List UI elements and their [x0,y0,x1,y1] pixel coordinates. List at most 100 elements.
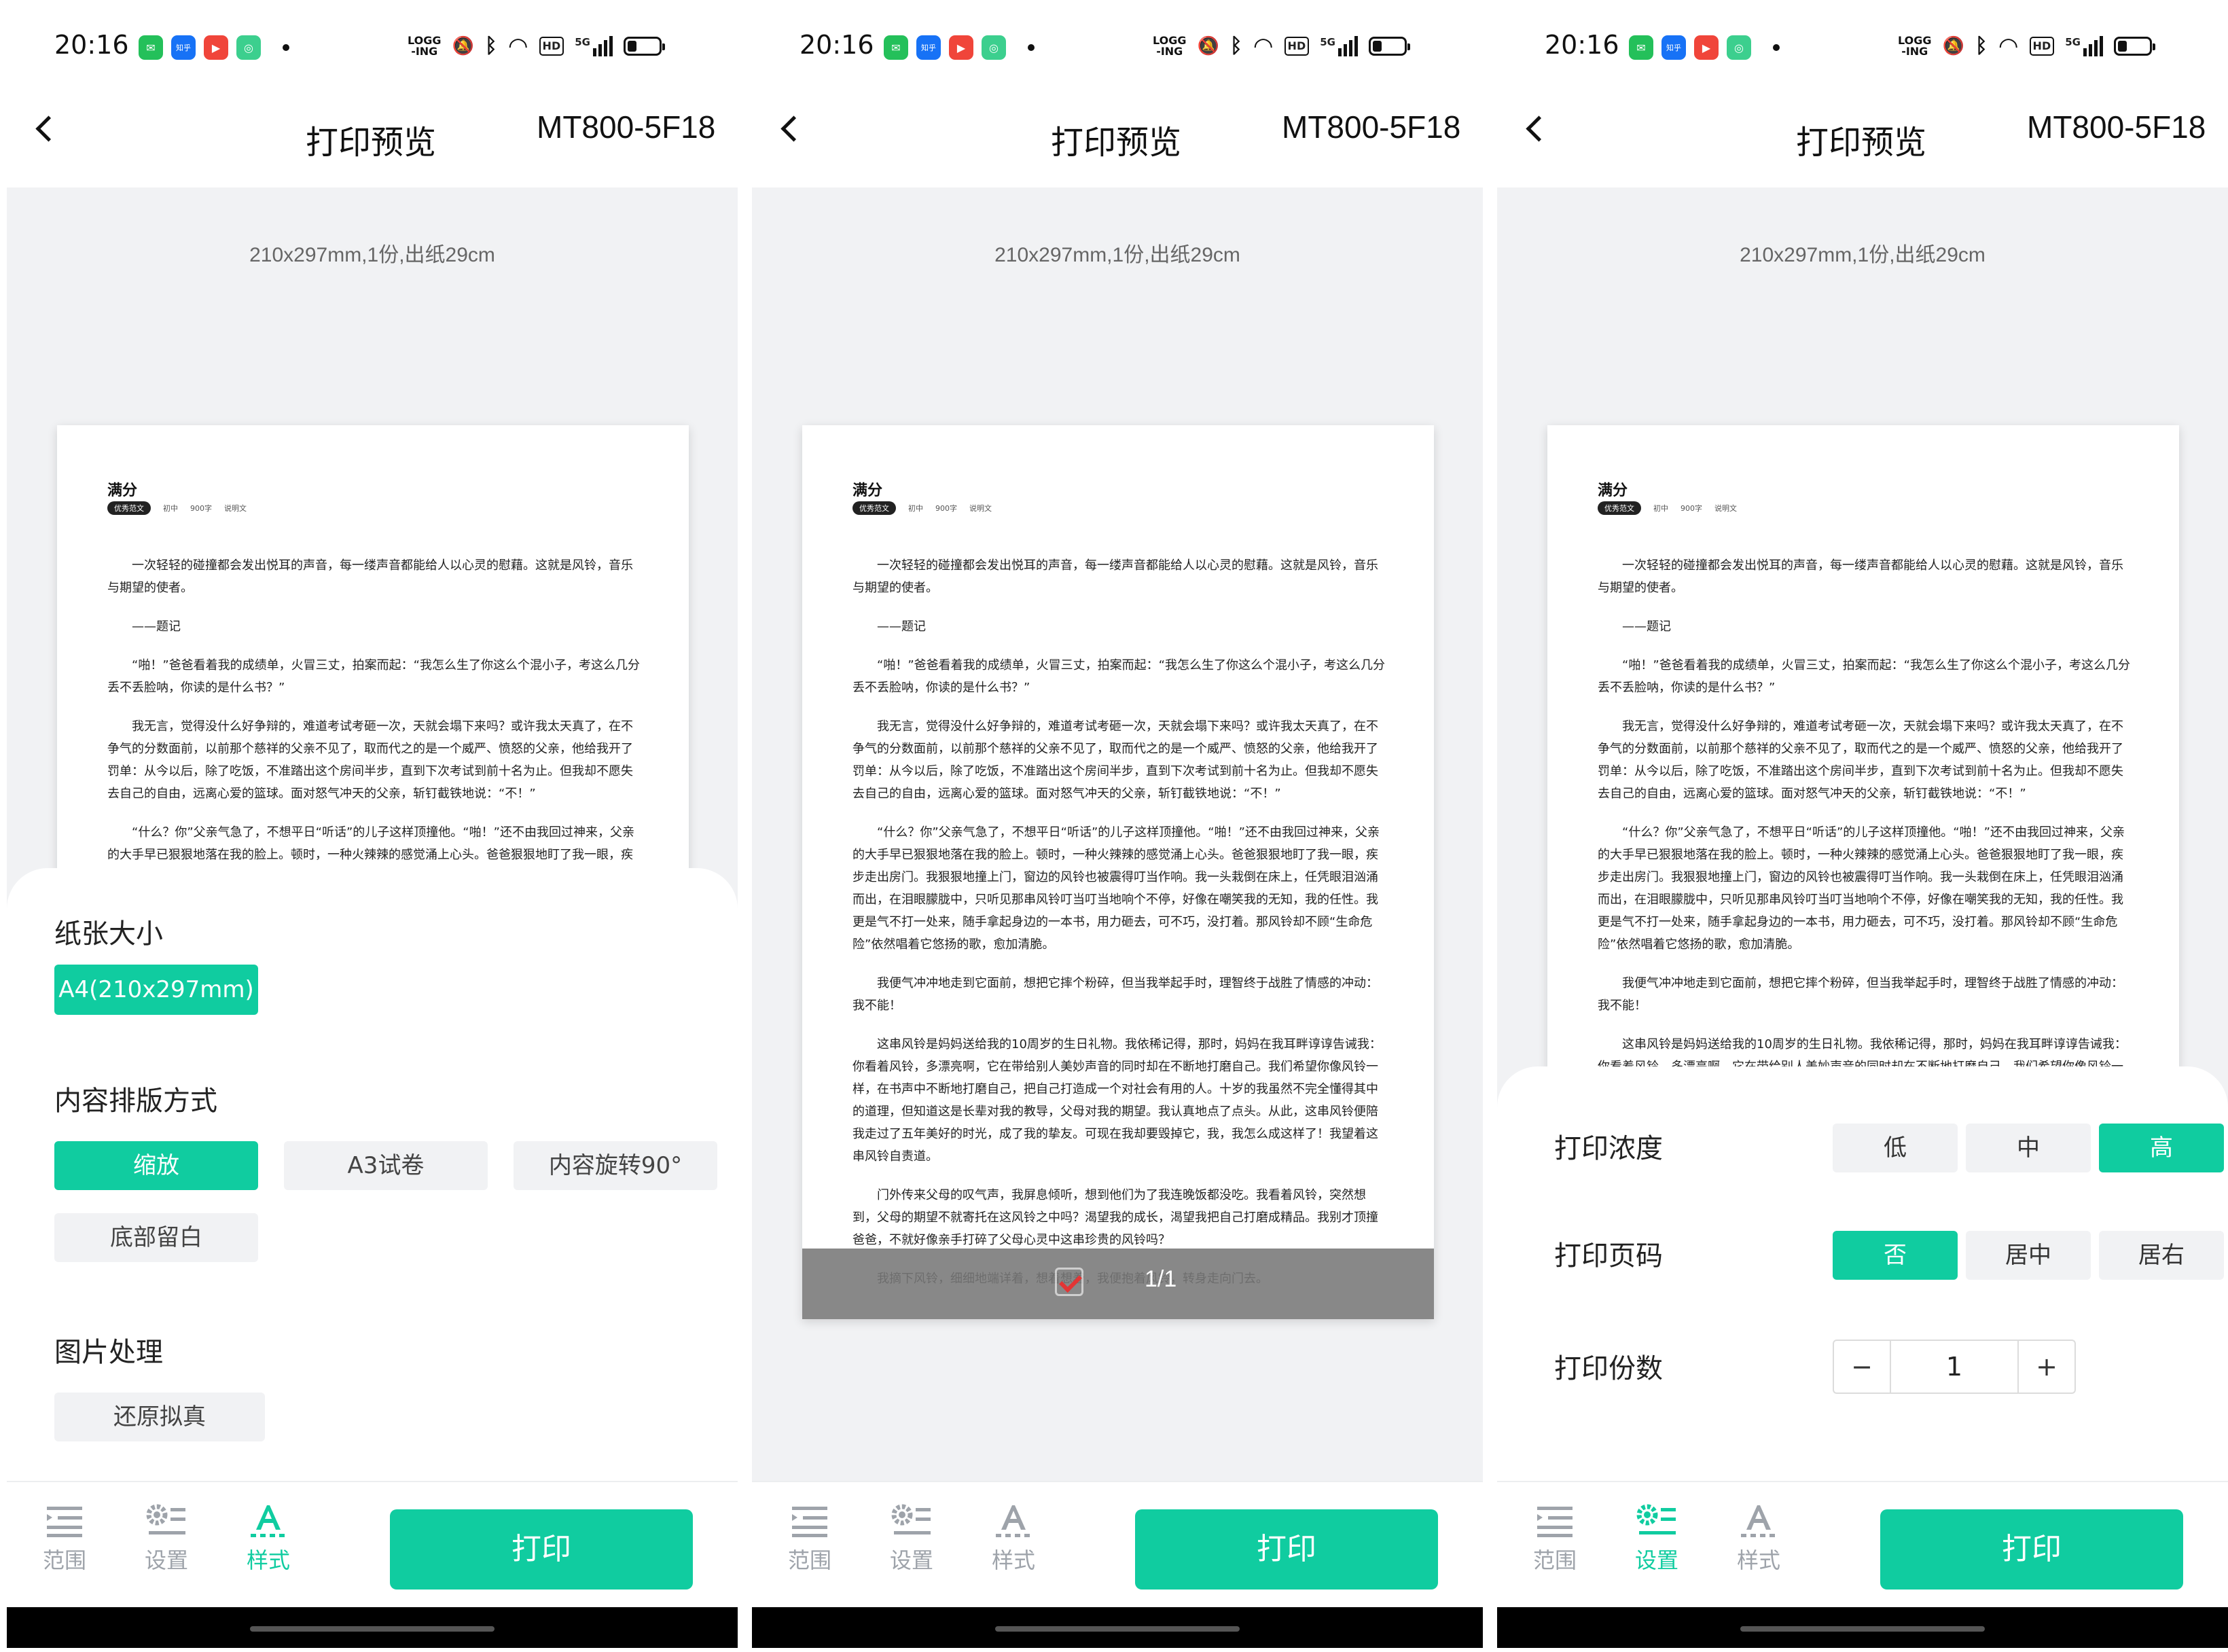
document-tag: 初中 [163,504,178,513]
document-tag: 优秀范文 [852,501,896,515]
app-header: 打印预览 MT800-5F18 [1490,95,2228,187]
back-arrow-icon[interactable] [27,110,65,148]
more-notifications-dot-icon [1773,44,1780,51]
paper-info-text: 210x297mm,1份,出纸29cm [249,244,495,266]
preview-page[interactable]: 满分 优秀范文 初中 900字 说明文 一次轻轻的碰撞都会发出悦耳的声音，每一缕声音都能给… [802,425,1434,1319]
print-preview-area: 210x297mm,1份,出纸29cm 满分 优秀范文 初中 900字 说明文 一次轻轻的碰… [752,187,1483,1481]
gesture-home-bar[interactable] [1497,1607,2228,1648]
document-tag: 优秀范文 [107,501,151,515]
notification-app-icons: ✉ 知乎 ▶ ◎ [139,35,289,60]
print-button[interactable]: 打印 [1880,1509,2183,1590]
zhihu-app-icon: 知乎 [916,35,941,60]
video-app-icon: ▶ [949,35,973,60]
battery-level [1372,41,1382,52]
tab-label: 样式 [991,1547,1035,1573]
density-option[interactable]: 高 [2099,1124,2224,1172]
tab-range-list[interactable]: 范围 [779,1503,840,1575]
tab-label: 样式 [246,1547,290,1573]
battery-icon [623,37,665,56]
tab-text-style[interactable]: 样式 [1728,1503,1789,1575]
tab-label: 范围 [1532,1547,1577,1573]
signal-bars-icon [1337,36,1358,56]
page-select-overlay: 1/1 [802,1249,1434,1319]
layout-mode-label: 内容排版方式 [54,1085,217,1117]
document-body: 一次轻轻的碰撞都会发出悦耳的声音，每一缕声音都能给人以心灵的慰藉。这就是风铃，音… [852,554,1389,1306]
settings-gear-icon [1636,1504,1676,1534]
tab-label: 范围 [787,1547,831,1573]
range-list-icon [47,1507,82,1537]
battery-icon [1368,37,1410,56]
back-arrow-icon[interactable] [1517,110,1556,148]
document-paragraph: “啪！”爸爸看着我的成绩单，火冒三丈，拍案而起：“我怎么生了你这么个混小子，考这… [852,658,1385,695]
paper-size-option[interactable]: A4(210x297mm) [54,965,258,1015]
document-tag: 900字 [935,504,957,513]
layout-option[interactable]: 内容旋转90° [514,1141,717,1190]
cellular-signal-icon: 5G [1320,36,1358,56]
copies-stepper: −1 + [1833,1340,2076,1394]
phone-screen-style: 20:16 ✉ 知乎 ▶ ◎ LOGG -ING 🔕 ᛒ ◠ HD 5G 打印预览 MT800-5F18… [0,0,738,1652]
page-number-option[interactable]: 居中 [1966,1231,2091,1280]
tab-label: 样式 [1736,1547,1780,1573]
page-number-option[interactable]: 否 [1833,1231,1958,1280]
bottom-toolbar: 范围 设置 样式 打印 [752,1481,1483,1609]
gesture-home-bar[interactable] [752,1607,1483,1648]
battery-level [627,41,637,52]
mute-bell-icon: 🔕 [1942,36,1964,56]
network-type-label: 5G [2065,36,2081,48]
image-processing-label: 图片处理 [54,1337,163,1368]
printer-name[interactable]: MT800-5F18 [1282,109,1460,145]
increment-button[interactable]: + [2017,1341,2074,1393]
tab-settings-gear[interactable]: 设置 [136,1503,197,1575]
tab-settings-gear[interactable]: 设置 [881,1503,942,1575]
print-button[interactable]: 打印 [1135,1509,1438,1590]
settings-gear-icon [146,1504,185,1534]
image-processing-option[interactable]: 还原拟真 [54,1393,265,1441]
tab-text-style[interactable]: 样式 [238,1503,299,1575]
tab-label: 范围 [42,1547,86,1573]
copies-label: 打印份数 [1554,1353,1663,1384]
paper-info-text: 210x297mm,1份,出纸29cm [994,244,1240,266]
tab-settings-gear[interactable]: 设置 [1626,1503,1687,1575]
tab-range-list[interactable]: 范围 [1524,1503,1585,1575]
battery-icon [2113,37,2155,56]
network-type-label: 5G [575,36,590,48]
battery-level [2117,41,2127,52]
paper-info-text: 210x297mm,1份,出纸29cm [1740,244,1986,266]
layout-option[interactable]: 缩放 [54,1141,258,1190]
document-tags: 优秀范文 初中 900字 说明文 [1598,501,1737,515]
tab-range-list[interactable]: 范围 [34,1503,95,1575]
gesture-home-bar[interactable] [7,1607,738,1648]
status-time: 20:16 [1545,30,1619,60]
copies-value[interactable]: 1 [1890,1341,2019,1393]
layout-option[interactable]: 底部留白 [54,1213,258,1262]
status-bar: 20:16 ✉ 知乎 ▶ ◎ LOGG -ING 🔕 ᛒ ◠ HD 5G [0,0,738,95]
document-tag: 说明文 [1714,504,1737,513]
printer-name[interactable]: MT800-5F18 [537,109,715,145]
page-checkbox-icon[interactable] [1055,1268,1083,1296]
page-number-option[interactable]: 居右 [2099,1231,2224,1280]
layout-option[interactable]: A3试卷 [284,1141,488,1190]
bottom-toolbar: 范围 设置 样式 打印 [7,1481,738,1609]
tab-text-style[interactable]: 样式 [983,1503,1044,1575]
green-app-icon: ◎ [236,35,261,60]
wifi-icon: ◠ [507,33,528,60]
page-indicator: 1/1 [1145,1266,1177,1292]
decrement-button[interactable]: − [1834,1341,1891,1393]
print-settings-sheet: 打印浓度 低中高打印页码 否居中 居右 打印份数 −1 + [1497,1066,2228,1481]
document-tag: 初中 [1653,504,1668,513]
zhihu-app-icon: 知乎 [171,35,196,60]
document-paragraph: 我无言，觉得没什么好争辩的，难道考试考砸一次，天就会塌下来吗？或许我太天真了，在… [107,719,633,801]
notification-app-icons: ✉ 知乎 ▶ ◎ [1629,35,1780,60]
back-arrow-icon[interactable] [772,110,810,148]
document-paragraph: 一次轻轻的碰撞都会发出悦耳的声音，每一缕声音都能给人以心灵的慰藉。这就是风铃，音… [1598,558,2123,595]
signal-bars-icon [2083,36,2103,56]
density-option[interactable]: 低 [1833,1124,1958,1172]
text-style-icon [996,1505,1030,1537]
printer-name[interactable]: MT800-5F18 [2027,109,2206,145]
density-option[interactable]: 中 [1966,1124,2091,1172]
range-list-icon [792,1507,827,1537]
document-paragraph: 一次轻轻的碰撞都会发出悦耳的声音，每一缕声音都能给人以心灵的慰藉。这就是风铃，音… [852,558,1378,595]
print-button[interactable]: 打印 [390,1509,693,1590]
status-bar: 20:16 ✉ 知乎 ▶ ◎ LOGG -ING 🔕 ᛒ ◠ HD 5G [1490,0,2228,95]
document-paragraph: ——题记 [132,620,181,634]
